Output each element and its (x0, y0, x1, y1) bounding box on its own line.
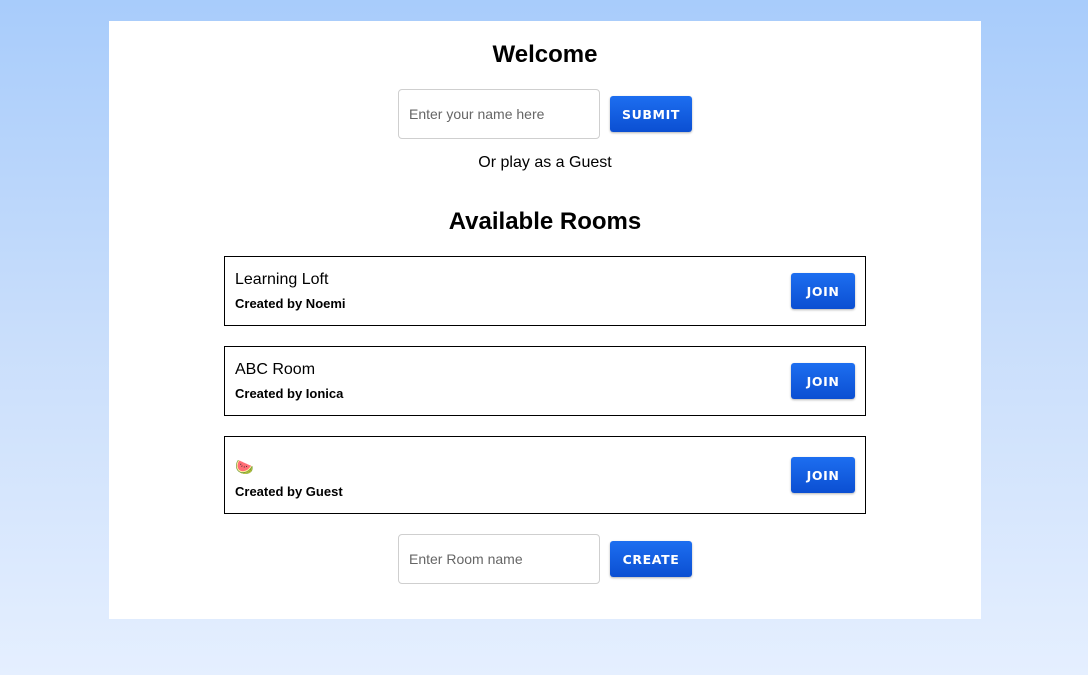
room-name-input[interactable] (398, 534, 600, 584)
lobby-panel: Welcome SUBMIT Or play as a Guest Availa… (109, 21, 981, 619)
room-creator: Created by Guest (235, 484, 343, 499)
join-room-button[interactable]: JOIN (791, 363, 855, 399)
room-card: ABC Room Created by Ionica JOIN (224, 346, 866, 416)
rooms-title: Available Rooms (448, 208, 642, 235)
room-name: Learning Loft (235, 271, 329, 288)
room-creator: Created by Ionica (235, 386, 344, 401)
name-input[interactable] (398, 89, 600, 139)
welcome-title: Welcome (492, 41, 598, 68)
room-name: 🍉 (235, 459, 254, 476)
name-form: SUBMIT (398, 89, 692, 139)
create-room-form: CREATE (398, 534, 692, 584)
room-card: Learning Loft Created by Noemi JOIN (224, 256, 866, 326)
join-room-button[interactable]: JOIN (791, 457, 855, 493)
room-card: 🍉 Created by Guest JOIN (224, 436, 866, 514)
room-name: ABC Room (235, 361, 316, 378)
room-creator: Created by Noemi (235, 296, 346, 311)
join-room-button[interactable]: JOIN (791, 273, 855, 309)
submit-button[interactable]: SUBMIT (610, 96, 692, 132)
create-room-button[interactable]: CREATE (610, 541, 692, 577)
guest-play-text[interactable]: Or play as a Guest (109, 154, 981, 172)
